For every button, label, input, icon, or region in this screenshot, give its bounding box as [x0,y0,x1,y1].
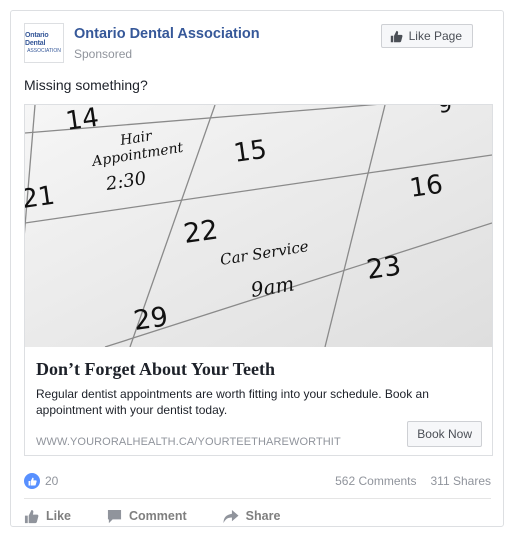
avatar-logo-text: Ontario Dental [25,32,49,47]
date-21: 21 [25,181,57,215]
comment-action-button[interactable]: Comment [107,509,187,524]
shares-count-link[interactable]: 311 Shares [431,474,492,488]
avatar-logo-subtext: ASSOCIATION [27,48,61,54]
share-action-button[interactable]: Share [223,509,281,524]
share-action-label: Share [245,509,281,523]
like-count: 20 [45,474,59,488]
thumbs-up-icon [390,30,403,42]
reaction-summary[interactable]: 20 [24,473,58,489]
sponsored-label[interactable]: Sponsored [74,47,132,61]
like-page-button[interactable]: Like Page [380,24,473,48]
like-reaction-icon [24,473,40,489]
comments-count-link[interactable]: 562 Comments [335,474,416,488]
like-page-label: Like Page [408,29,462,43]
date-9: 9 [436,105,453,119]
ad-description: Regular dentist appointments are worth f… [36,387,429,417]
post-actions-bar: Like Comment Share [24,505,316,527]
ad-image-calendar[interactable]: 14 15 9 21 16 22 23 29 Hair Appointment … [25,105,492,347]
ad-attachment[interactable]: 14 15 9 21 16 22 23 29 Hair Appointment … [24,104,493,456]
comment-share-counts: 562 Comments 311 Shares [335,474,491,488]
ad-display-url[interactable]: WWW.YOURORALHEALTH.CA/YOURTEETHAREWORTHI… [36,436,341,448]
sponsored-post-card: Ontario Dental ASSOCIATION Ontario Denta… [10,10,504,527]
date-29: 29 [132,301,170,336]
share-arrow-icon [223,509,239,523]
actions-divider [24,498,491,499]
date-14: 14 [64,105,101,137]
like-action-label: Like [46,509,72,523]
page-avatar[interactable]: Ontario Dental ASSOCIATION [24,23,64,63]
ad-headline[interactable]: Don’t Forget About Your Teeth [36,359,275,380]
post-message: Missing something? [24,77,148,93]
post-header: Ontario Dental ASSOCIATION Ontario Denta… [24,23,491,65]
thumbs-up-icon [24,509,39,523]
book-now-button[interactable]: Book Now [407,421,482,447]
engagement-stats: 20 562 Comments 311 Shares [24,473,491,491]
comment-action-label: Comment [129,509,187,523]
date-15: 15 [232,135,269,169]
date-23: 23 [365,250,403,285]
like-action-button[interactable]: Like [24,509,71,524]
date-16: 16 [408,170,445,204]
calendar-illustration: 14 15 9 21 16 22 23 29 Hair Appointment … [25,105,492,347]
comment-bubble-icon [107,509,122,523]
page-name-link[interactable]: Ontario Dental Association [74,26,260,42]
date-22: 22 [182,214,220,249]
